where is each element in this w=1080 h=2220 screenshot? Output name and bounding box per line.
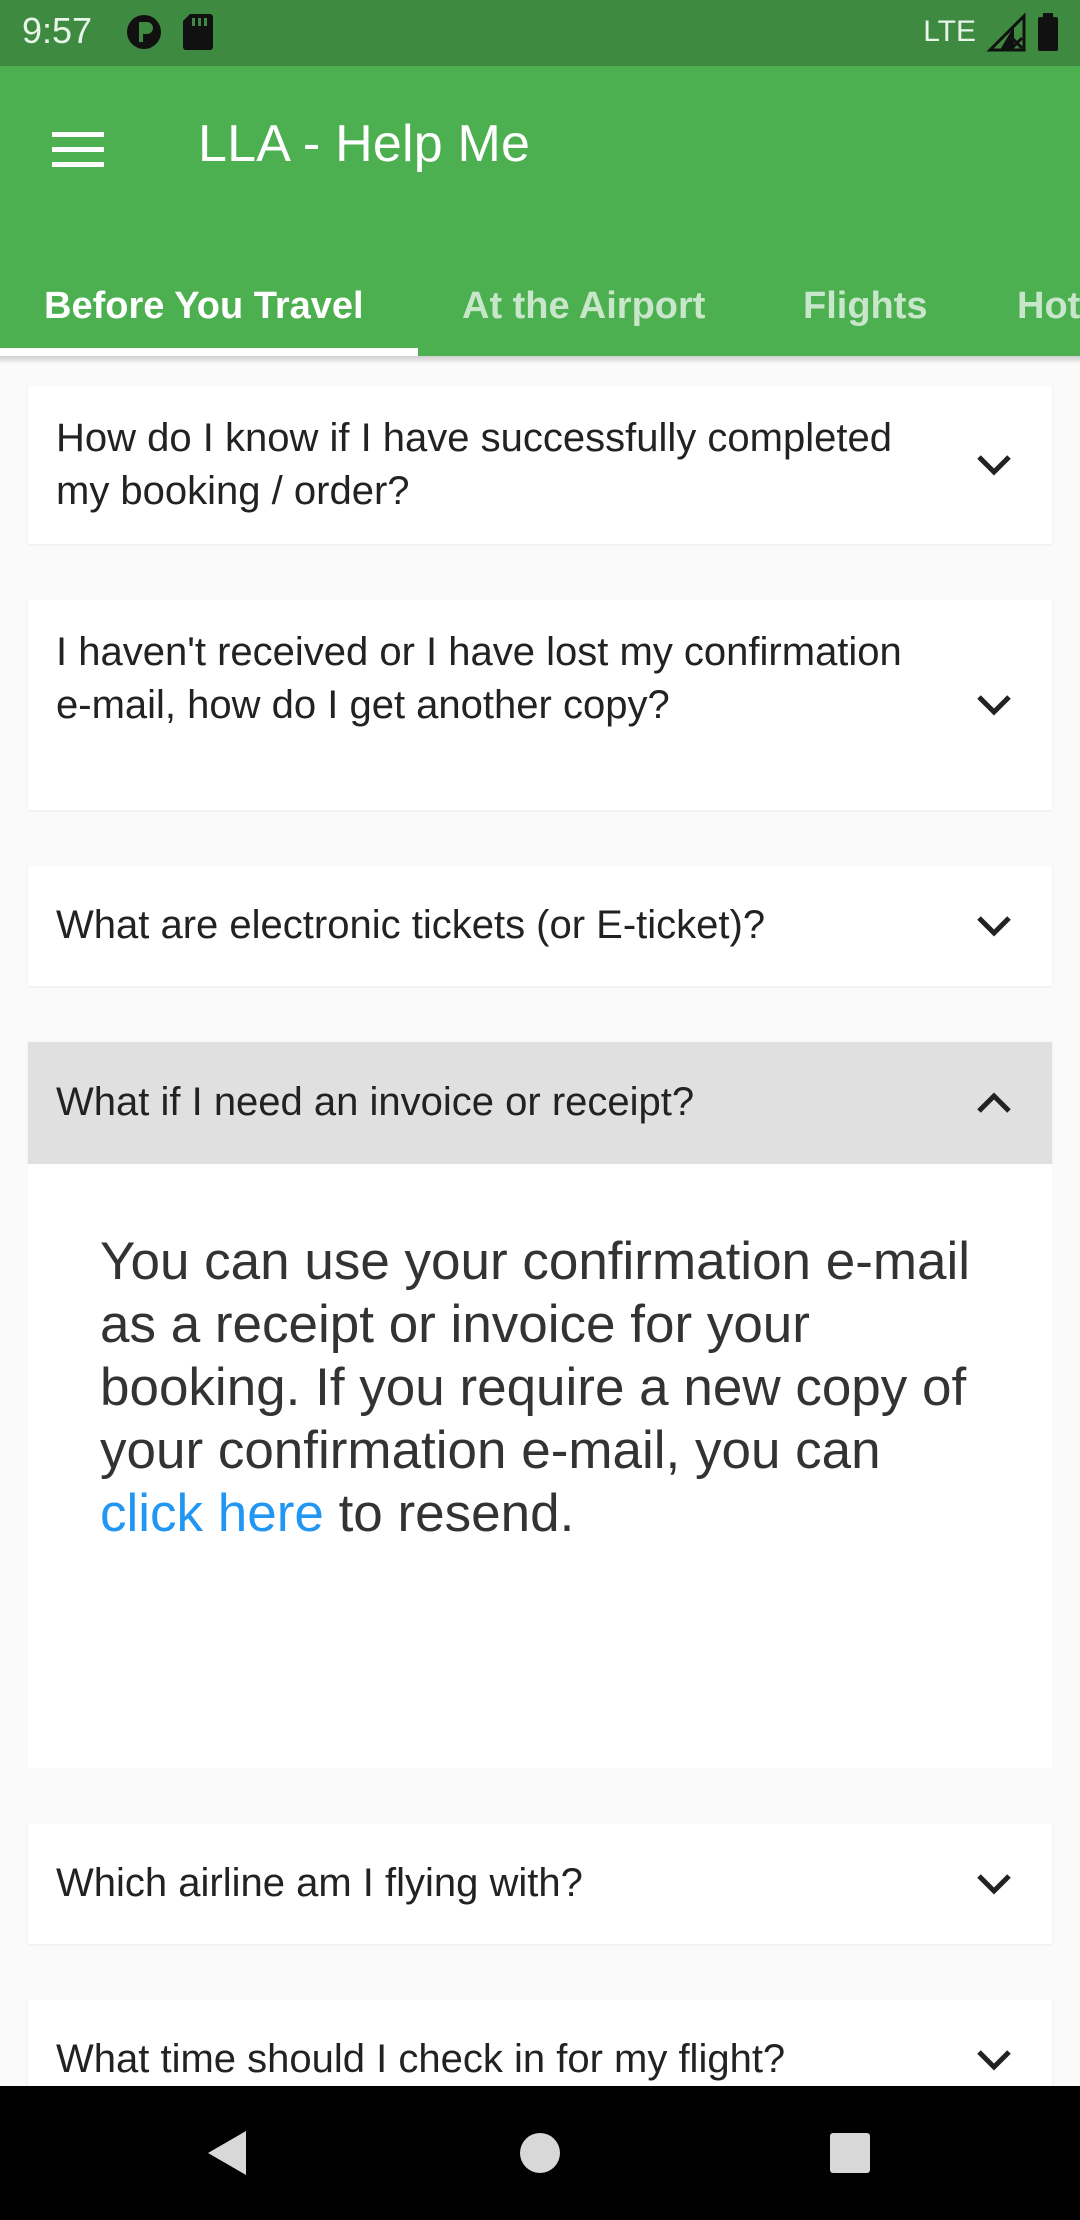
faq-question: What are electronic tickets (or E-ticket… [56,903,766,947]
faq-question: What if I need an invoice or receipt? [56,1080,695,1124]
app-bar: LLA - Help Me Before You Travel At the A… [0,66,1080,356]
chevron-up-icon[interactable] [972,1081,1016,1125]
battery-icon [1038,13,1058,51]
chevron-down-icon[interactable] [972,683,1016,727]
system-nav-bar [0,2086,1080,2220]
network-type: LTE [923,15,976,48]
faq-question: How do I know if I have successfully com… [56,416,892,513]
tab-indicator [0,348,418,356]
status-time: 9:57 [22,10,93,51]
app-title: LLA - Help Me [198,115,531,173]
faq-item[interactable]: Which airline am I flying with? [28,1824,1052,1944]
faq-item-expanded[interactable]: What if I need an invoice or receipt? [28,1042,1052,1164]
faq-item[interactable]: What are electronic tickets (or E-ticket… [28,866,1052,986]
faq-item[interactable]: How do I know if I have successfully com… [28,386,1052,544]
answer-text-end: to resend. [323,1484,575,1543]
faq-answer: You can use your confirmation e-mail as … [100,1230,980,1545]
resend-link[interactable]: click here [100,1484,324,1543]
faq-question: What time should I check in for my fligh… [56,2037,786,2081]
signal-icon [986,12,1026,52]
faq-question: Which airline am I flying with? [56,1861,583,1905]
faq-item[interactable]: What time should I check in for my fligh… [28,2000,1052,2086]
chevron-down-icon[interactable] [972,2038,1016,2082]
chevron-down-icon[interactable] [972,1862,1016,1906]
tab-flights[interactable]: Flights [803,256,928,356]
answer-text: You can use your confirmation e-mail as … [100,1232,971,1480]
tab-bar: Before You Travel At the Airport Flights… [0,256,1080,356]
tab-hotels[interactable]: Hot [1017,256,1080,356]
menu-icon [52,132,104,167]
tab-at-the-airport[interactable]: At the Airport [462,256,705,356]
faq-answer-panel: You can use your confirmation e-mail as … [28,1164,1052,1768]
chevron-down-icon[interactable] [972,904,1016,948]
nav-home-icon[interactable] [505,2118,575,2188]
sd-card-icon [183,14,213,50]
notification-app-icon [127,15,161,49]
chevron-down-icon[interactable] [972,443,1016,487]
tab-before-you-travel[interactable]: Before You Travel [44,256,364,356]
status-bar: 9:57 LTE [0,0,1080,66]
faq-item[interactable]: I haven't received or I have lost my con… [28,600,1052,810]
faq-question: I haven't received or I have lost my con… [56,630,902,727]
faq-list: How do I know if I have successfully com… [0,356,1080,2086]
menu-button[interactable] [40,112,116,188]
nav-back-icon[interactable] [192,2118,262,2188]
nav-recents-icon[interactable] [815,2118,885,2188]
